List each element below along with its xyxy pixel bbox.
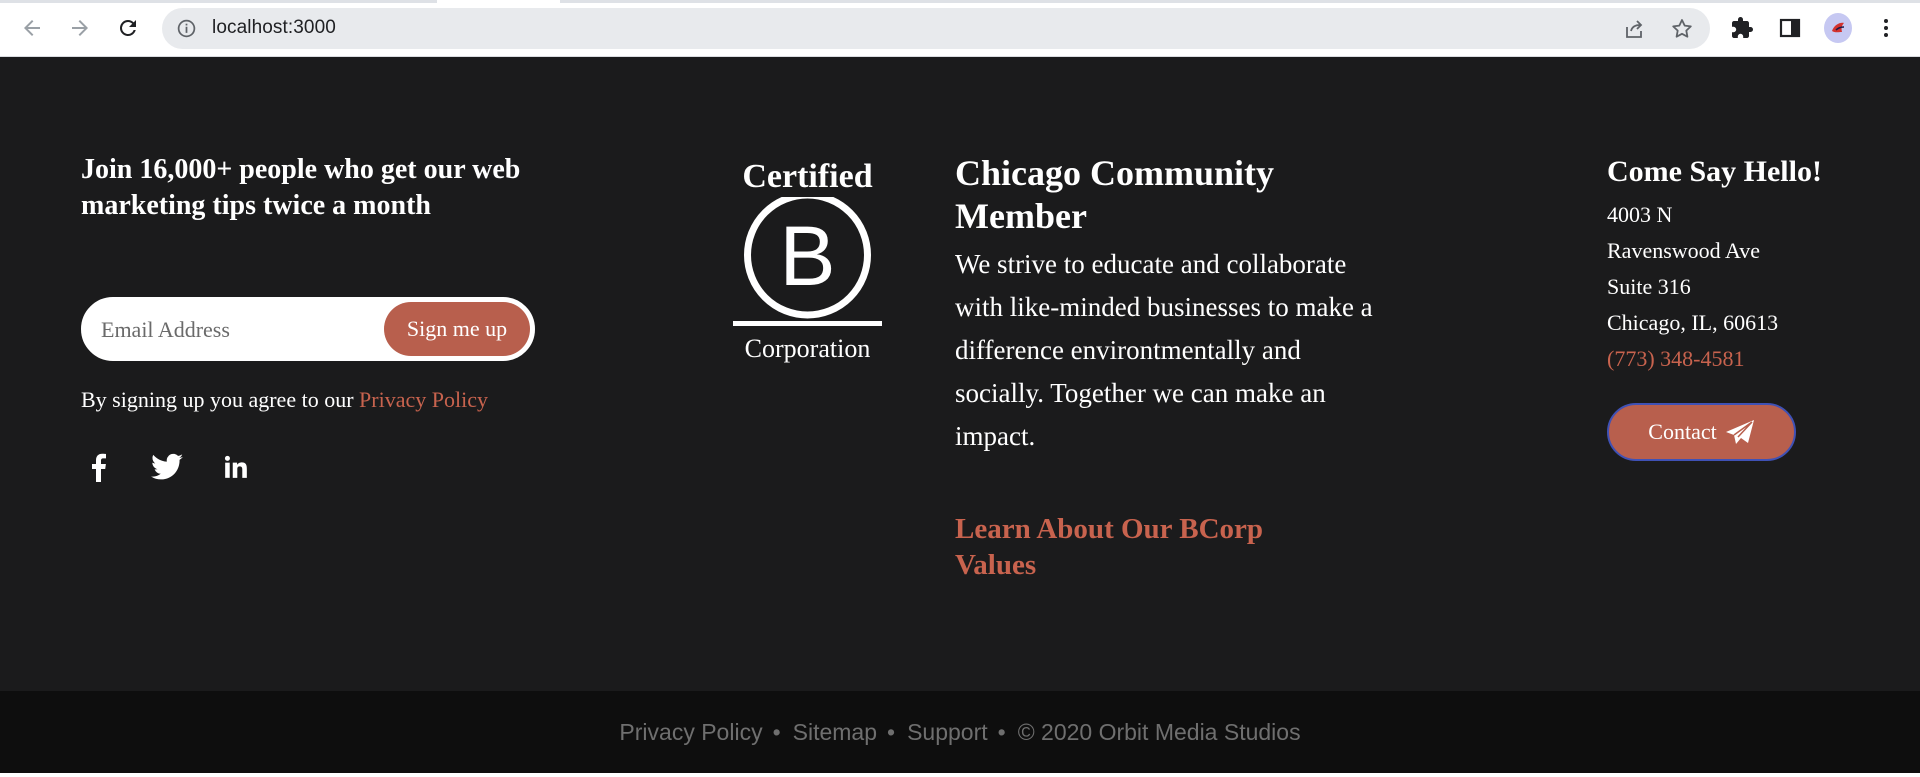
reload-icon[interactable] <box>110 10 146 46</box>
profile-avatar[interactable] <box>1824 13 1852 43</box>
twitter-icon[interactable] <box>150 450 184 484</box>
window-bottom-edge <box>0 773 1920 777</box>
bcorp-certified-label: Certified <box>742 158 873 195</box>
newsletter-heading: Join 16,000+ people who get our web mark… <box>81 154 521 221</box>
community-title: Chicago Community Member <box>955 153 1275 236</box>
paper-plane-icon <box>1725 420 1754 444</box>
address-line: Suite 316 <box>1607 274 1691 299</box>
footer-support-link[interactable]: Support <box>907 719 988 746</box>
bcorp-b-icon: B <box>733 191 882 326</box>
newsletter-form: Sign me up <box>81 297 535 361</box>
address-line: Ravenswood Ave <box>1607 238 1760 263</box>
footer-privacy-link[interactable]: Privacy Policy <box>619 719 762 746</box>
community-body: We strive to educate and collaborate wit… <box>955 249 1373 451</box>
footer-bottom-bar: Privacy Policy • Sitemap • Support • © 2… <box>0 691 1920 773</box>
url-text: localhost:3000 <box>212 17 336 38</box>
sign-up-button[interactable]: Sign me up <box>384 302 530 356</box>
bcorp-logo: Certified B Corporation <box>730 157 885 364</box>
contact-title: Come Say Hello! <box>1607 155 1822 188</box>
contact-section: Come Say Hello! 4003 N Ravenswood Ave Su… <box>1607 153 1907 461</box>
footer-separator: • <box>772 718 781 745</box>
address-bar[interactable]: localhost:3000 <box>162 8 1710 49</box>
email-input[interactable] <box>101 313 371 347</box>
more-vert-icon[interactable] <box>1872 14 1900 42</box>
bcorp-b-letter: B <box>779 209 835 303</box>
side-panel-icon[interactable] <box>1776 14 1804 42</box>
footer-sitemap-link[interactable]: Sitemap <box>793 719 877 746</box>
copyright-text: © 2020 Orbit Media Studios <box>1017 718 1301 745</box>
address-block: 4003 N Ravenswood Ave Suite 316 Chicago,… <box>1607 197 1907 377</box>
consent-text: By signing up you agree to our Privacy P… <box>81 387 488 413</box>
address-line: Chicago, IL, 60613 <box>1607 310 1779 335</box>
extensions-icon[interactable] <box>1728 14 1756 42</box>
back-arrow-icon[interactable] <box>14 10 50 46</box>
info-icon[interactable] <box>176 18 197 39</box>
browser-toolbar: localhost:3000 <box>0 0 1920 57</box>
community-section: Chicago Community Member We strive to ed… <box>955 152 1375 583</box>
share-icon[interactable] <box>1622 17 1646 41</box>
footer-separator: • <box>887 718 896 745</box>
social-links <box>81 447 253 487</box>
consent-label: By signing up you agree to our <box>81 387 360 412</box>
linkedin-icon[interactable] <box>219 450 253 484</box>
contact-button-label: Contact <box>1648 419 1717 444</box>
site-footer: Join 16,000+ people who get our web mark… <box>0 57 1920 691</box>
bcorp-values-link[interactable]: Learn About Our BCorp Values <box>955 511 1295 583</box>
address-line: 4003 N <box>1607 202 1673 227</box>
facebook-icon[interactable] <box>81 450 115 484</box>
star-icon[interactable] <box>1670 17 1694 41</box>
privacy-policy-link[interactable]: Privacy Policy <box>359 387 488 412</box>
phone-link[interactable]: (773) 348-4581 <box>1607 346 1744 371</box>
bcorp-corporation-label: Corporation <box>744 334 871 363</box>
contact-button[interactable]: Contact <box>1607 403 1796 461</box>
forward-arrow-icon[interactable] <box>62 10 98 46</box>
tab-strip-edge <box>0 0 1920 3</box>
footer-separator: • <box>997 718 1006 745</box>
